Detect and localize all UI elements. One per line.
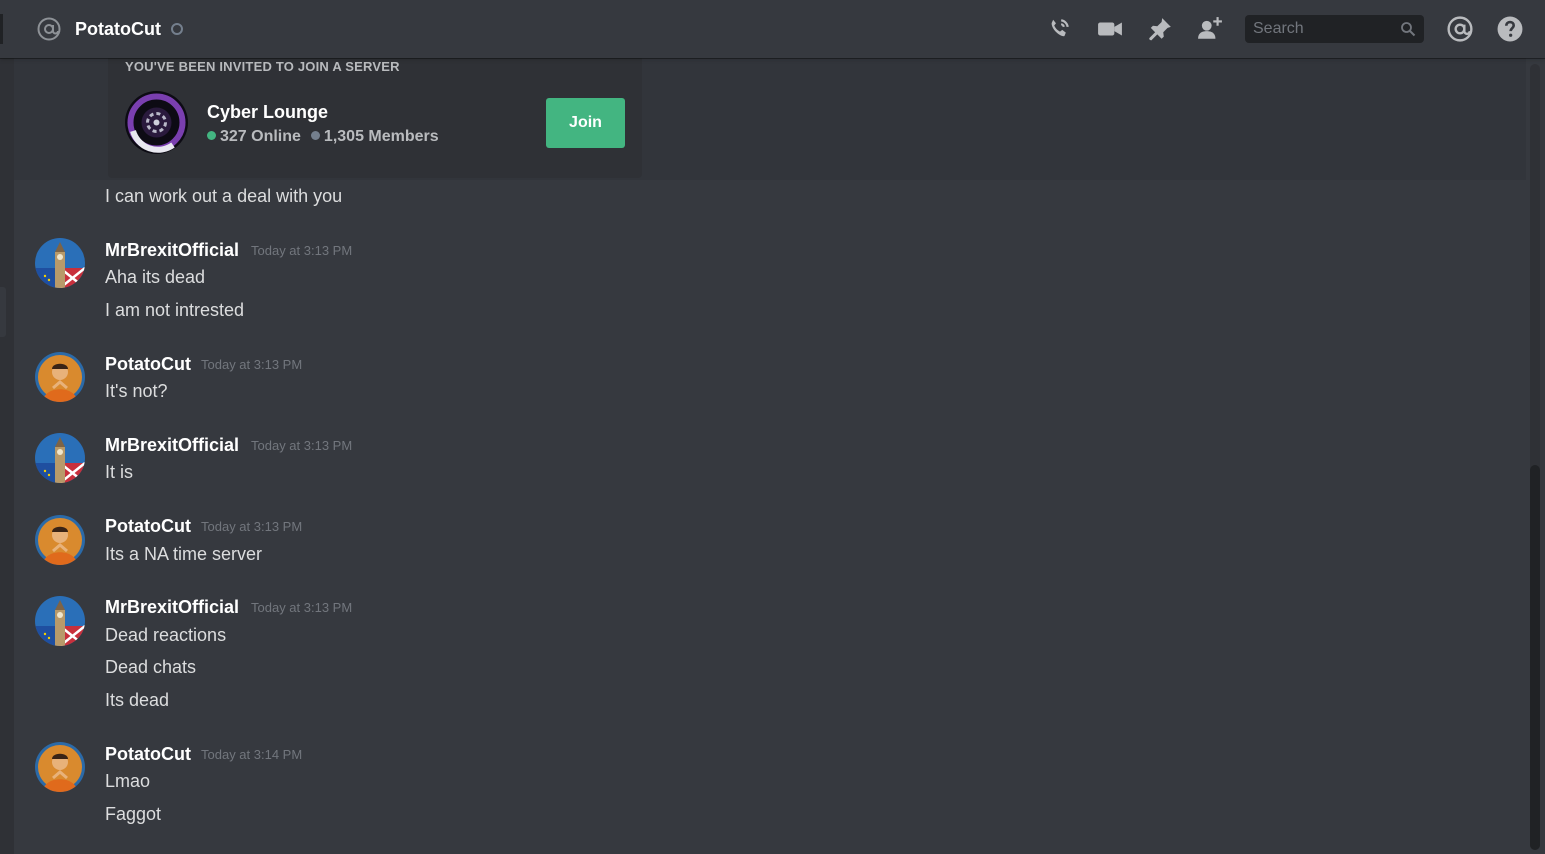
avatar-mrbrexitofficial[interactable] (35, 433, 85, 483)
at-icon (37, 17, 61, 41)
message-timestamp: Today at 3:13 PM (201, 357, 303, 372)
message-text: I can work out a deal with you (105, 186, 343, 206)
help-icon[interactable] (1497, 16, 1523, 42)
online-dot-icon (207, 131, 216, 140)
channel-title: PotatoCut (75, 19, 161, 39)
avatar-mrbrexitofficial[interactable] (35, 238, 85, 288)
message-text: Its a NA time server (105, 544, 263, 564)
message-username[interactable]: MrBrexitOfficial (105, 238, 239, 262)
server-icon[interactable] (125, 91, 188, 154)
phone-call-icon[interactable] (1046, 16, 1072, 42)
channel-header: PotatoCut (0, 0, 1545, 58)
message-text: Its dead (105, 690, 170, 710)
mention-icon[interactable] (1447, 16, 1473, 42)
avatar-potatocut[interactable] (35, 742, 85, 792)
server-stats: 327 Online 1,305 Members (207, 128, 439, 146)
avatar-mrbrexitofficial[interactable] (35, 596, 85, 646)
add-friend-icon[interactable] (1197, 16, 1223, 42)
message-text: Dead reactions (105, 625, 227, 645)
message-username[interactable]: MrBrexitOfficial (105, 433, 239, 457)
message-timestamp: Today at 3:14 PM (201, 747, 303, 762)
search-input[interactable] (1245, 15, 1393, 43)
message-text: Faggot (105, 804, 162, 824)
message-username[interactable]: PotatoCut (105, 514, 191, 538)
server-name: Cyber Lounge (207, 102, 329, 122)
message-username[interactable]: PotatoCut (105, 352, 191, 376)
member-count: 1,305 Members (323, 128, 439, 145)
avatar-potatocut[interactable] (35, 515, 85, 565)
offline-status-icon (171, 23, 183, 35)
message-text: Dead chats (105, 657, 197, 677)
search-icon (1401, 22, 1416, 37)
header-left-edge (0, 14, 3, 44)
message-timestamp: Today at 3:13 PM (251, 600, 353, 615)
message-text: I am not intrested (105, 300, 245, 320)
search-box[interactable] (1245, 15, 1424, 43)
message-timestamp: Today at 3:13 PM (201, 519, 303, 534)
left-gutter (0, 58, 14, 854)
message-text: It's not? (105, 381, 168, 401)
message-text: Lmao (105, 771, 151, 791)
invite-heading: YOU'VE BEEN INVITED TO JOIN A SERVER (125, 59, 400, 74)
pin-icon[interactable] (1147, 16, 1173, 42)
message-username[interactable]: MrBrexitOfficial (105, 595, 239, 619)
video-call-icon[interactable] (1097, 16, 1123, 42)
online-count: 327 Online (220, 128, 301, 145)
message-timestamp: Today at 3:13 PM (251, 438, 353, 453)
message-username[interactable]: PotatoCut (105, 742, 191, 766)
scrollbar-thumb[interactable] (1530, 465, 1540, 850)
message-text: Aha its dead (105, 267, 206, 287)
gutter-indicator (0, 287, 6, 337)
members-dot-icon (310, 131, 320, 140)
message-timestamp: Today at 3:13 PM (251, 243, 353, 258)
avatar-potatocut[interactable] (35, 352, 85, 402)
message-text: It is (105, 462, 134, 482)
join-button[interactable]: Join (546, 98, 625, 148)
server-invite-card: YOU'VE BEEN INVITED TO JOIN A SERVER Cyb… (108, 58, 642, 178)
